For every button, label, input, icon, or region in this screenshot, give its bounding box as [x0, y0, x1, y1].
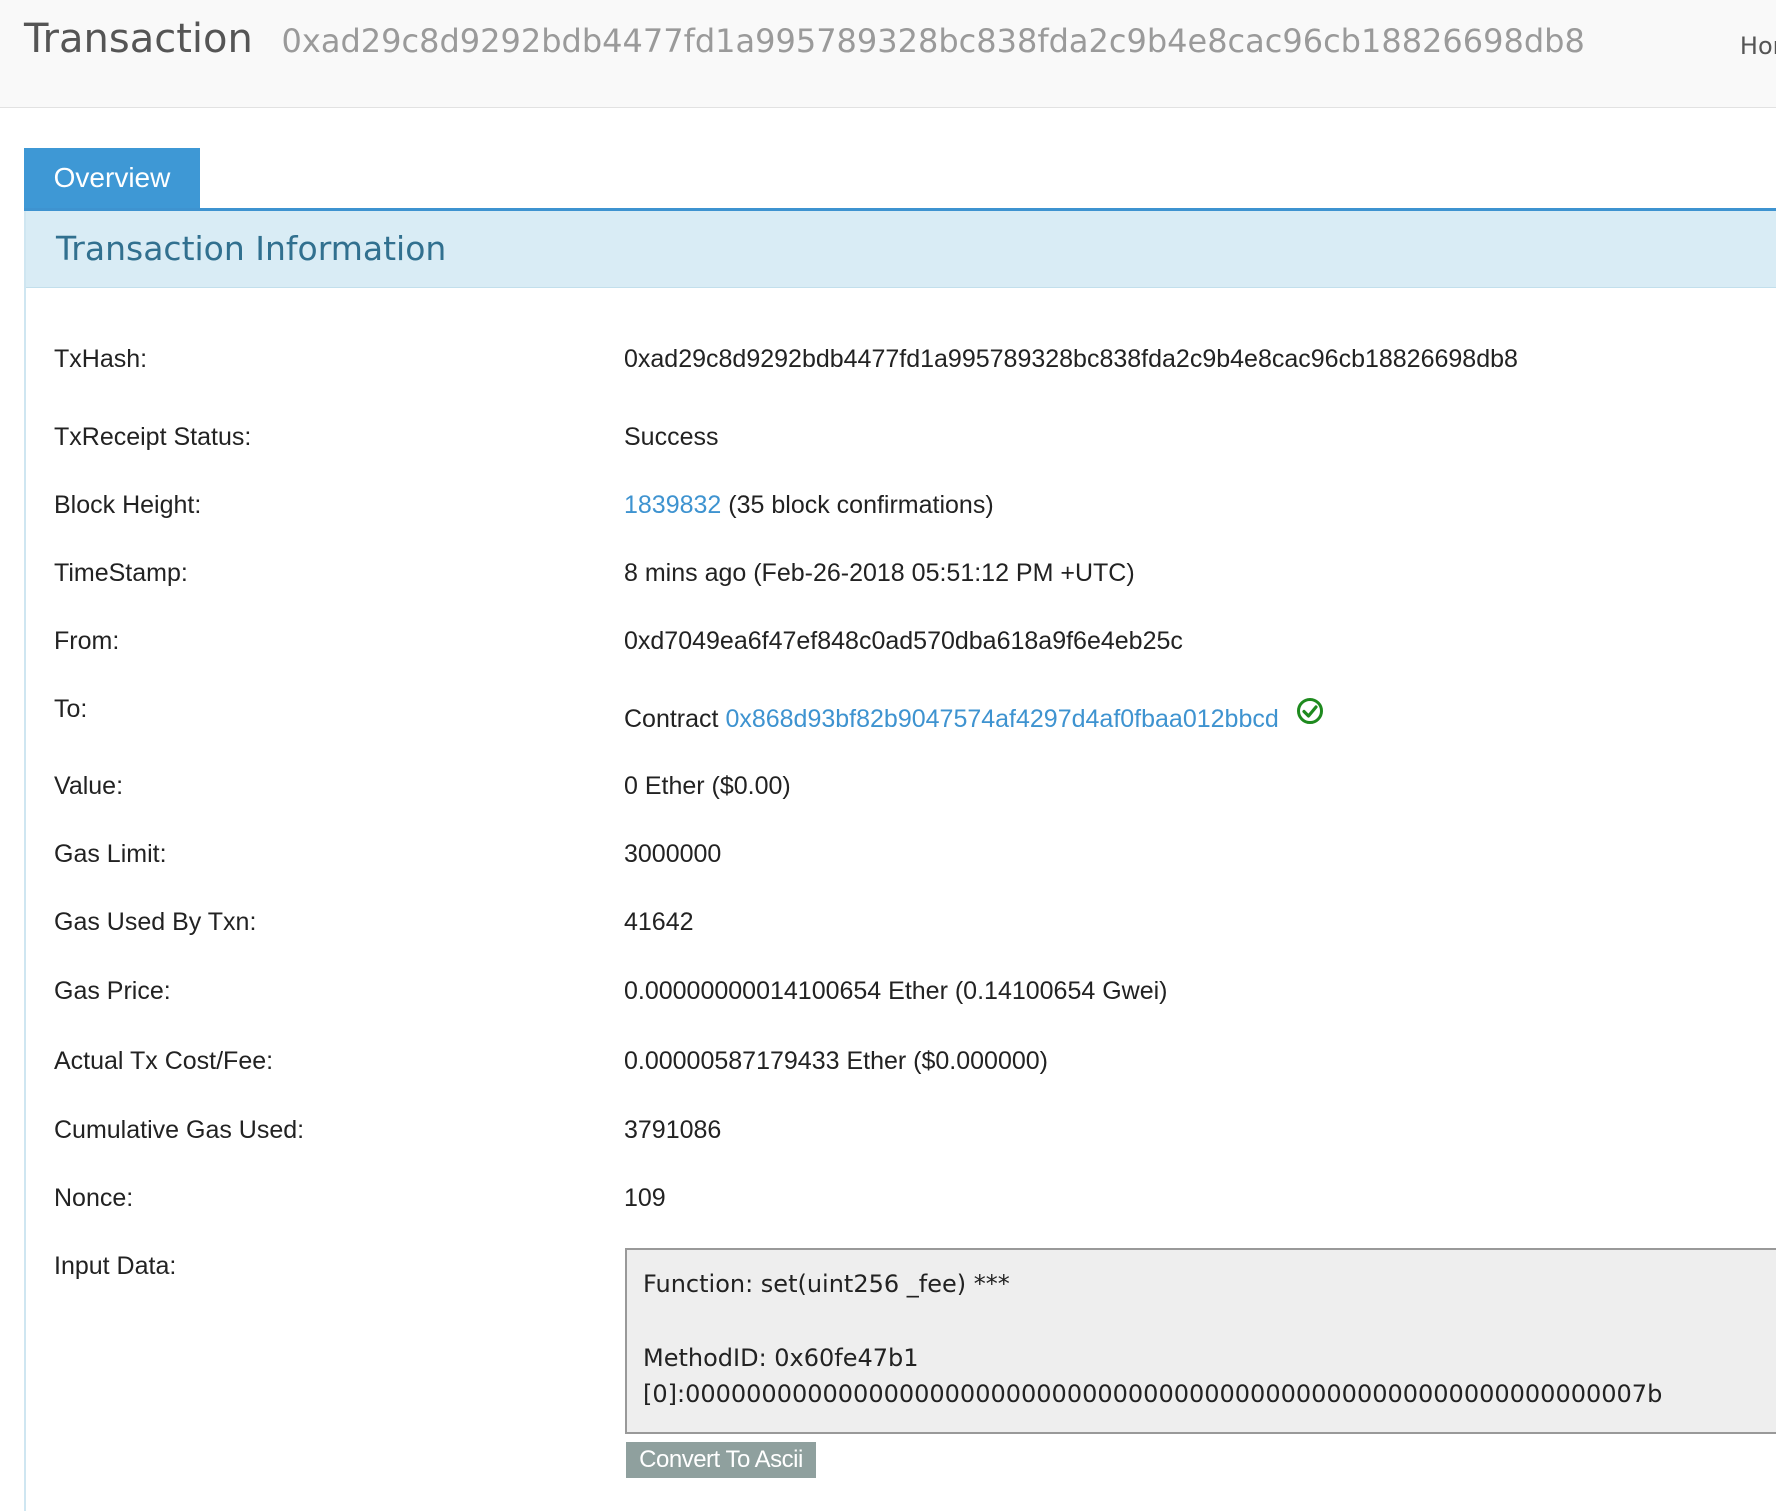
panel-header: Transaction Information — [26, 211, 1776, 288]
tab-strip: Overview — [24, 148, 1776, 211]
nav-home-link[interactable]: Hom — [1740, 32, 1776, 60]
txhash-label: TxHash: — [54, 345, 148, 373]
to-label: To: — [54, 695, 88, 723]
gas-used-value: 41642 — [624, 908, 694, 936]
cumulative-gas-label: Cumulative Gas Used: — [54, 1116, 305, 1144]
input-method-id: MethodID: 0x60fe47b1 — [643, 1344, 919, 1372]
txhash-value: 0xad29c8d9292bdb4477fd1a995789328bc838fd… — [624, 345, 1518, 373]
nonce-value: 109 — [624, 1184, 666, 1212]
input-function: Function: set(uint256 _fee) *** — [643, 1270, 1010, 1298]
status-label: TxReceipt Status: — [54, 423, 252, 451]
page-title-hash: 0xad29c8d9292bdb4477fd1a995789328bc838fd… — [281, 22, 1585, 60]
input-data-label: Input Data: — [54, 1252, 177, 1280]
block-confirmations: (35 block confirmations) — [728, 491, 994, 519]
tab-overview[interactable]: Overview — [24, 148, 200, 208]
to-value: Contract 0x868d93bf82b9047574af4297d4af0… — [624, 698, 1324, 738]
block-height-label: Block Height: — [54, 491, 202, 519]
gas-limit-label: Gas Limit: — [54, 840, 167, 868]
to-contract-link[interactable]: 0x868d93bf82b9047574af4297d4af0fbaa012bb… — [725, 705, 1278, 733]
value-value: 0 Ether ($0.00) — [624, 772, 791, 800]
block-height-value: 1839832 (35 block confirmations) — [624, 491, 994, 520]
gas-price-label: Gas Price: — [54, 977, 171, 1005]
verified-check-icon — [1296, 697, 1324, 732]
convert-to-ascii-button[interactable]: Convert To Ascii — [626, 1442, 816, 1478]
contract-prefix: Contract — [624, 705, 719, 734]
gas-price-value: 0.00000000014100654 Ether (0.14100654 Gw… — [624, 977, 1168, 1005]
page-title: Transaction 0xad29c8d9292bdb4477fd1a9957… — [24, 16, 1585, 62]
fee-label: Actual Tx Cost/Fee: — [54, 1047, 274, 1075]
gas-used-label: Gas Used By Txn: — [54, 908, 257, 936]
timestamp-label: TimeStamp: — [54, 559, 188, 587]
panel-title: Transaction Information — [56, 229, 447, 268]
input-data-box[interactable]: Function: set(uint256 _fee) *** MethodID… — [625, 1248, 1776, 1434]
input-param-0: [0]:000000000000000000000000000000000000… — [643, 1380, 1663, 1408]
cumulative-gas-value: 3791086 — [624, 1116, 722, 1144]
status-value: Success — [624, 423, 719, 451]
block-link[interactable]: 1839832 — [624, 491, 721, 519]
from-label: From: — [54, 627, 120, 655]
from-address-link[interactable]: 0xd7049ea6f47ef848c0ad570dba618a9f6e4eb2… — [624, 627, 1183, 656]
gas-limit-value: 3000000 — [624, 840, 722, 868]
nonce-label: Nonce: — [54, 1184, 134, 1212]
fee-value: 0.00000587179433 Ether ($0.000000) — [624, 1047, 1048, 1075]
value-label: Value: — [54, 772, 124, 800]
top-bar: Transaction 0xad29c8d9292bdb4477fd1a9957… — [0, 0, 1776, 108]
page-title-label: Transaction — [24, 16, 253, 62]
timestamp-value: 8 mins ago (Feb-26-2018 05:51:12 PM +UTC… — [624, 559, 1135, 587]
